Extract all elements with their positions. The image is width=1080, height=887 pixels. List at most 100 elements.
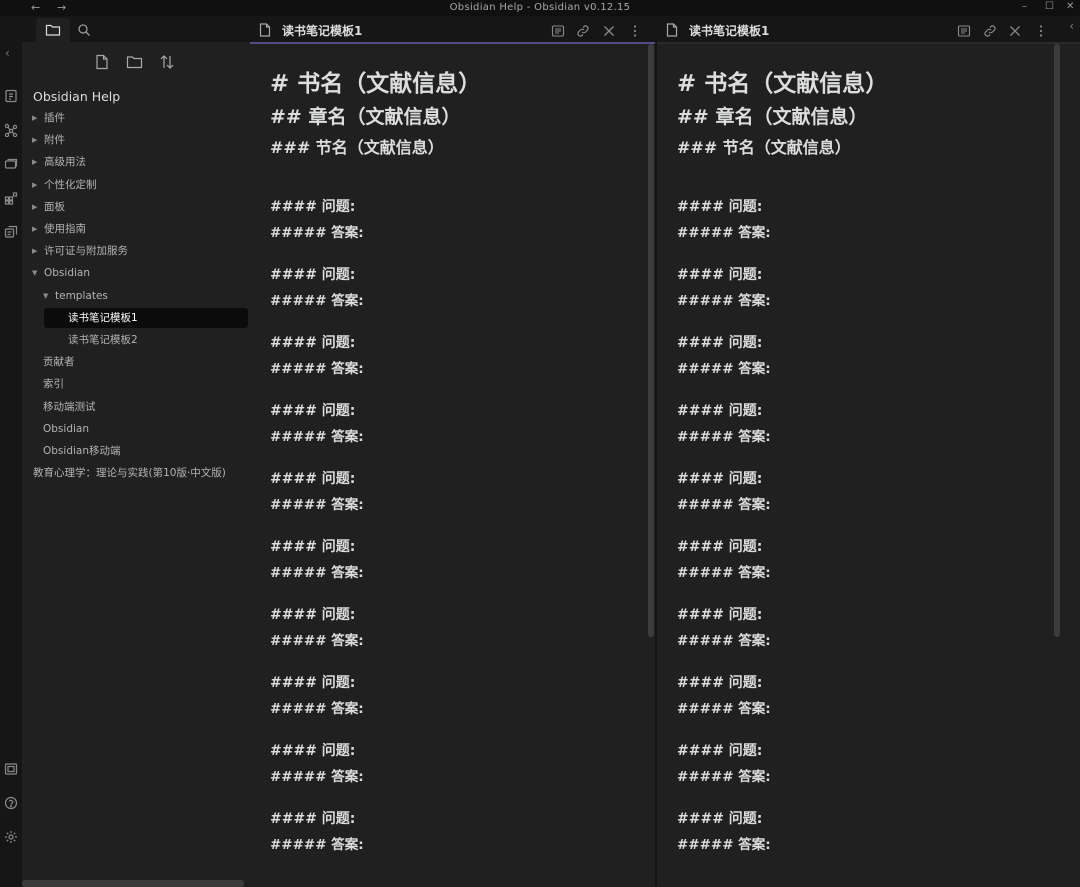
tree-item-label: Obsidian	[44, 267, 90, 280]
tree-item-label: 教育心理学：理论与实践(第10版·中文版)	[33, 467, 226, 480]
editor-scrollbar-right[interactable]	[1054, 44, 1060, 637]
more-options-icon[interactable]	[628, 23, 642, 37]
tree-folder[interactable]: ▶ 高级用法	[32, 152, 86, 172]
tree-item-label: 附件	[44, 134, 65, 147]
tree-item-label: 插件	[44, 112, 65, 124]
answer-heading: ##### 答案:	[270, 701, 364, 717]
tab-search[interactable]	[77, 22, 91, 41]
document-icon	[666, 23, 678, 37]
pane-header-left: 读书笔记模板1	[250, 16, 655, 44]
tree-folder[interactable]: ▶ 插件	[32, 108, 65, 128]
chevron-down-icon[interactable]: ▼	[43, 286, 55, 306]
help-icon[interactable]	[4, 796, 18, 810]
tab-file-explorer[interactable]	[36, 18, 70, 42]
tree-file[interactable]: 读书笔记模板2	[68, 330, 138, 350]
reading-view-icon[interactable]	[551, 23, 565, 37]
tree-file[interactable]: 教育心理学：理论与实践(第10版·中文版)	[32, 463, 226, 483]
slides-icon[interactable]	[4, 157, 18, 171]
tree-file[interactable]: 移动端测试	[43, 397, 96, 417]
tree-file[interactable]: 索引	[43, 374, 64, 394]
question-heading: #### 问题:	[270, 199, 356, 215]
new-folder-icon[interactable]	[126, 54, 143, 72]
graph-view-icon[interactable]	[4, 123, 18, 137]
plugins-grid-icon[interactable]	[4, 191, 18, 205]
tree-folder[interactable]: ▼ Obsidian	[32, 263, 90, 283]
question-heading: #### 问题:	[677, 539, 763, 555]
chevron-right-icon[interactable]: ▶	[32, 175, 44, 195]
question-heading: #### 问题:	[677, 199, 763, 215]
tree-item-label: 许可证与附加服务	[44, 245, 128, 258]
new-note-icon[interactable]	[95, 54, 111, 72]
tree-item-label: 索引	[43, 378, 64, 391]
tree-item-label: 移动端测试	[43, 400, 96, 413]
question-heading: #### 问题:	[677, 607, 763, 623]
tree-folder[interactable]: ▶ 使用指南	[32, 219, 86, 239]
close-window-icon[interactable]: ✕	[1066, 1, 1074, 12]
open-vault-icon[interactable]	[4, 762, 18, 776]
tree-item-label: 读书笔记模板1	[68, 311, 138, 324]
chevron-down-icon[interactable]: ▼	[32, 263, 44, 283]
question-heading: #### 问题:	[677, 811, 763, 827]
tree-item-label: templates	[55, 289, 108, 302]
templates-icon[interactable]	[4, 225, 18, 239]
sidebar-horizontal-scrollbar[interactable]	[22, 880, 244, 887]
question-heading: #### 问题:	[270, 471, 356, 487]
tree-file[interactable]: 读书笔记模板1	[44, 307, 248, 328]
settings-gear-icon[interactable]	[4, 830, 18, 844]
tree-folder[interactable]: ▶ 附件	[32, 130, 65, 150]
answer-heading: ##### 答案:	[270, 769, 364, 785]
editor-scrollbar-left[interactable]	[648, 44, 654, 637]
heading-3: ### 节名（文献信息）	[677, 138, 851, 157]
answer-heading: ##### 答案:	[677, 429, 771, 445]
sort-icon[interactable]	[159, 54, 175, 72]
question-heading: #### 问题:	[270, 267, 356, 283]
answer-heading: ##### 答案:	[677, 293, 771, 309]
tree-file[interactable]: Obsidian移动端	[43, 441, 121, 461]
chevron-right-icon[interactable]: ▶	[32, 197, 44, 217]
document-icon	[259, 23, 271, 37]
question-heading: #### 问题:	[677, 471, 763, 487]
chevron-right-icon[interactable]: ▶	[32, 108, 44, 128]
question-heading: #### 问题:	[270, 675, 356, 691]
heading-1: # 书名（文献信息）	[677, 71, 889, 97]
tree-folder[interactable]: ▶ 许可证与附加服务	[32, 241, 128, 261]
chevron-right-icon[interactable]: ▶	[32, 152, 44, 172]
answer-heading: ##### 答案:	[677, 837, 771, 853]
close-icon[interactable]	[602, 23, 616, 37]
pane-header-right: 读书笔记模板1 ‹	[657, 16, 1080, 44]
answer-heading: ##### 答案:	[270, 565, 364, 581]
pane-title: 读书笔记模板1	[689, 24, 770, 38]
close-icon[interactable]	[1008, 23, 1022, 37]
folder-icon	[45, 24, 61, 36]
tree-folder[interactable]: ▶ 个性化定制	[32, 175, 97, 195]
more-options-icon[interactable]	[1034, 23, 1048, 37]
minimize-icon[interactable]: –	[1022, 1, 1027, 12]
question-heading: #### 问题:	[677, 403, 763, 419]
link-icon[interactable]	[576, 23, 590, 37]
ribbon: ‹	[0, 16, 22, 887]
tree-item-label: 高级用法	[44, 156, 86, 169]
reading-view-icon[interactable]	[957, 23, 971, 37]
chevron-right-icon[interactable]: ▶	[32, 219, 44, 239]
tree-item-label: 个性化定制	[44, 178, 97, 191]
collapse-left-sidebar-icon[interactable]: ‹	[5, 46, 10, 60]
heading-1: # 书名（文献信息）	[270, 71, 482, 97]
tree-file[interactable]: 贡献者	[43, 352, 75, 372]
tree-folder[interactable]: ▶ 面板	[32, 197, 65, 217]
question-heading: #### 问题:	[677, 675, 763, 691]
answer-heading: ##### 答案:	[677, 225, 771, 241]
file-explorer-sidebar: Obsidian Help ▶ 插件 ▶ 附件 ▶ 高级用法 ▶ 个性化定制 ▶ 面板 ▶ 使用指南 ▶…	[22, 16, 250, 887]
chevron-right-icon[interactable]: ▶	[32, 241, 44, 261]
maximize-icon[interactable]: ☐	[1045, 1, 1054, 12]
question-heading: #### 问题:	[677, 267, 763, 283]
tree-item-label: 读书笔记模板2	[68, 334, 138, 346]
tree-folder[interactable]: ▼ templates	[43, 286, 108, 306]
answer-heading: ##### 答案:	[677, 633, 771, 649]
chevron-right-icon[interactable]: ▶	[32, 130, 44, 150]
collapse-right-sidebar-icon[interactable]: ‹	[1069, 19, 1074, 33]
link-icon[interactable]	[983, 23, 997, 37]
question-heading: #### 问题:	[270, 539, 356, 555]
tree-file[interactable]: Obsidian	[43, 419, 89, 439]
open-quick-switcher-icon[interactable]	[4, 89, 18, 103]
file-actions-toolbar	[22, 54, 250, 74]
